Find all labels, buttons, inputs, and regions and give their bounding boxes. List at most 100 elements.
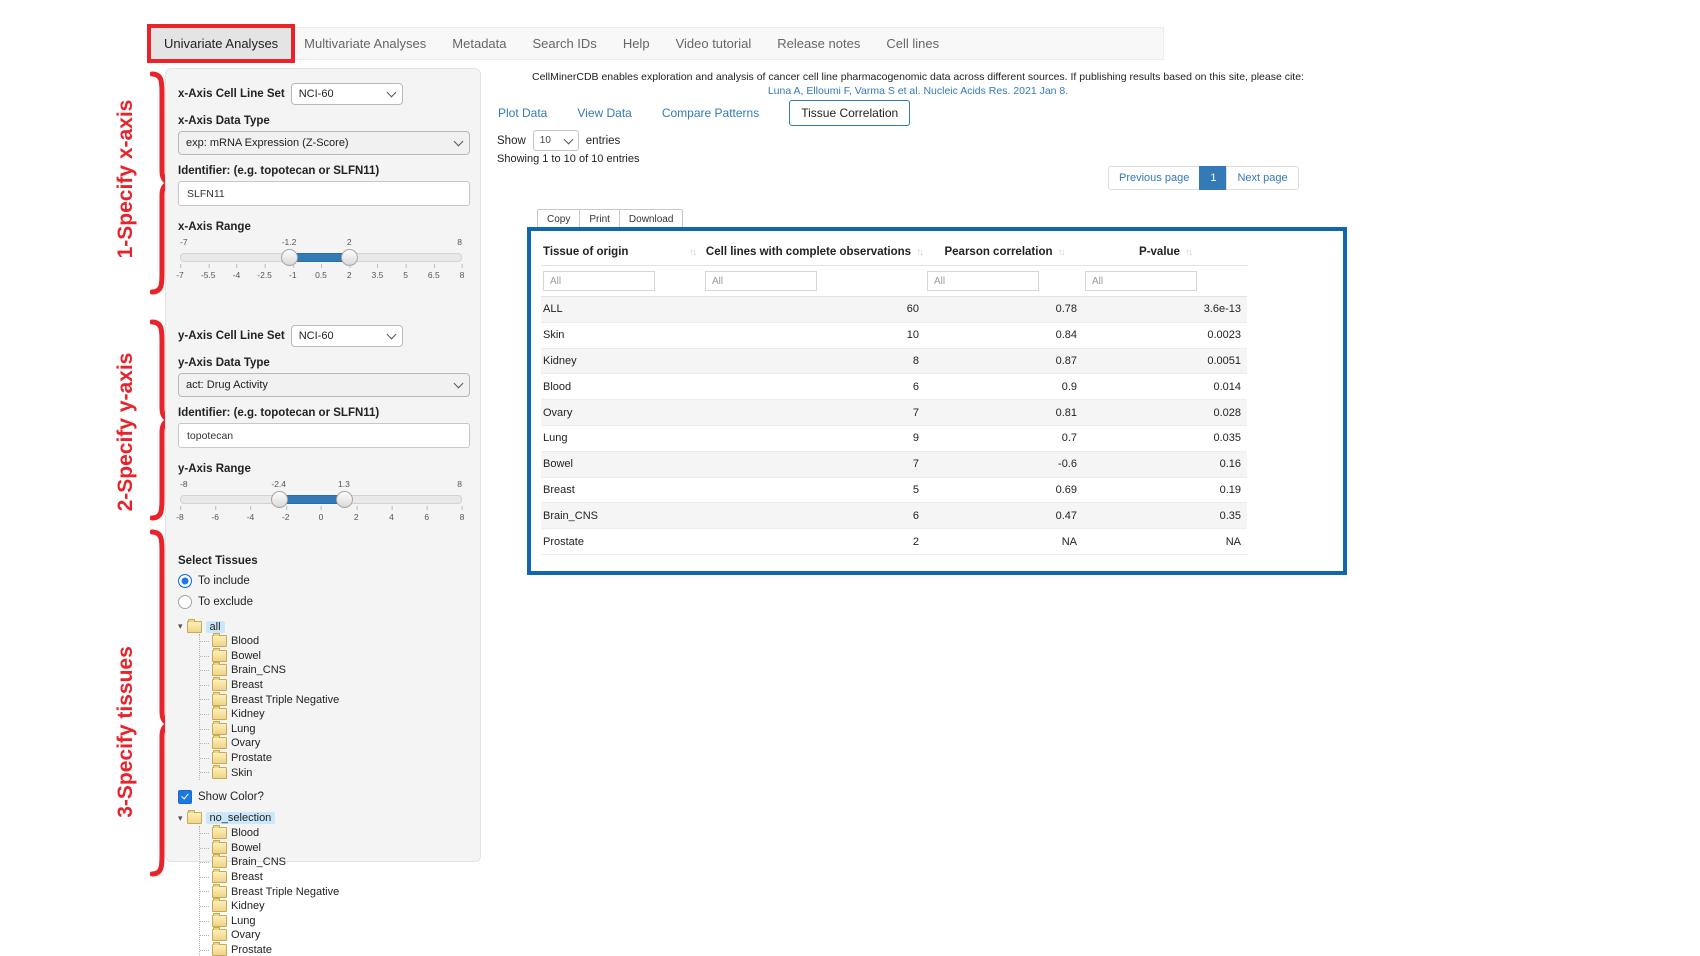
tree-item-brain-cns[interactable]: Brain_CNS (200, 855, 468, 870)
to-include-radio[interactable] (178, 574, 192, 588)
nav-item-release-notes[interactable]: Release notes (764, 28, 873, 59)
tree-item-prostate[interactable]: Prostate (200, 751, 468, 766)
y-slider-track[interactable] (180, 495, 462, 504)
slider-tick-label: 3.5 (371, 270, 383, 280)
tree-item-brain-cns[interactable]: Brain_CNS (200, 663, 468, 678)
tree-item-blood[interactable]: Blood (200, 826, 468, 841)
nav-item-cell-lines[interactable]: Cell lines (873, 28, 952, 59)
table-row[interactable]: Brain_CNS60.470.35 (541, 503, 1247, 529)
sort-icon[interactable]: ↑↓ (1185, 247, 1191, 258)
table-row[interactable]: Ovary70.810.028 (541, 400, 1247, 426)
table-body: ALL600.783.6e-13Skin100.840.0023Kidney80… (541, 297, 1247, 555)
tab-view-data[interactable]: View Data (577, 106, 631, 120)
nav-item-multivariate-analyses[interactable]: Multivariate Analyses (291, 28, 439, 59)
table-row[interactable]: Kidney80.870.0051 (541, 349, 1247, 375)
y-axis-cell-line-set-select[interactable]: NCI-60 (291, 325, 403, 347)
nav-item-search-ids[interactable]: Search IDs (520, 28, 610, 59)
cell: Lung (541, 432, 703, 444)
to-include-option[interactable]: To include (178, 574, 468, 588)
slider-tick-label: 5 (403, 270, 408, 280)
previous-page-button[interactable]: Previous page (1108, 166, 1200, 190)
sort-icon[interactable]: ↑↓ (916, 247, 922, 258)
tree-expand-icon[interactable]: ▾ (178, 622, 183, 631)
x-axis-data-type-select[interactable]: exp: mRNA Expression (Z-Score) (178, 131, 470, 155)
table-row[interactable]: Prostate2NANA (541, 529, 1247, 555)
tree-item-label: Blood (231, 827, 259, 839)
y-axis-data-type-value: act: Drug Activity (186, 379, 268, 391)
x-axis-identifier-input[interactable] (178, 181, 470, 206)
tree-item-bowel[interactable]: Bowel (200, 841, 468, 856)
y-slider-min-label: -8 (180, 479, 188, 489)
table-row[interactable]: Breast50.690.19 (541, 478, 1247, 504)
table-row[interactable]: ALL600.783.6e-13 (541, 297, 1247, 323)
column-header-p-value[interactable]: P-value↑↓ (1083, 246, 1247, 258)
next-page-button[interactable]: Next page (1226, 166, 1298, 190)
sort-icon[interactable]: ↑↓ (1058, 247, 1064, 258)
entries-count-select[interactable]: 10 (533, 130, 579, 151)
tissue-include-tree: ▾ all BloodBowelBrain_CNSBreastBreast Tr… (178, 619, 468, 780)
y-axis-identifier-input[interactable] (178, 423, 470, 448)
table-row[interactable]: Skin100.840.0023 (541, 323, 1247, 349)
to-exclude-option[interactable]: To exclude (178, 595, 468, 609)
citation-reference-link[interactable]: Luna A, Elloumi F, Varma S et al. Nuclei… (488, 85, 1348, 97)
tree-root-label[interactable]: no_selection (206, 812, 276, 824)
show-color-option[interactable]: Show Color? (178, 790, 468, 804)
tree-item-kidney[interactable]: Kidney (200, 899, 468, 914)
column-filter-input-p-value[interactable] (1085, 271, 1197, 291)
column-filter-input-tissue-of-origin[interactable] (543, 271, 655, 291)
tree-item-kidney[interactable]: Kidney (200, 707, 468, 722)
tree-item-breast-triple-negative[interactable]: Breast Triple Negative (200, 692, 468, 707)
tree-expand-icon[interactable]: ▾ (178, 814, 183, 823)
sort-icon[interactable]: ↑↓ (689, 247, 695, 258)
nav-item-help[interactable]: Help (610, 28, 663, 59)
tab-plot-data[interactable]: Plot Data (498, 106, 547, 120)
tree-item-breast[interactable]: Breast (200, 870, 468, 885)
column-header-cell-lines-with-complete-observations[interactable]: Cell lines with complete observations↑↓ (703, 246, 925, 258)
tree-item-lung[interactable]: Lung (200, 722, 468, 737)
column-filter-input-pearson-correlation[interactable] (927, 271, 1039, 291)
filter-cell (703, 271, 925, 291)
slider-tick-label: -2.5 (257, 270, 272, 280)
to-exclude-radio[interactable] (178, 595, 192, 609)
tree-item-label: Ovary (231, 737, 260, 749)
tree-item-ovary[interactable]: Ovary (200, 928, 468, 943)
nav-item-video-tutorial[interactable]: Video tutorial (663, 28, 765, 59)
table-row[interactable]: Bowel7-0.60.16 (541, 452, 1247, 478)
tree-item-ovary[interactable]: Ovary (200, 736, 468, 751)
folder-icon (212, 767, 227, 779)
page-1-button[interactable]: 1 (1199, 166, 1227, 190)
tree-item-breast-triple-negative[interactable]: Breast Triple Negative (200, 884, 468, 899)
slider-tick-label: 2 (347, 270, 352, 280)
x-slider-track[interactable] (180, 253, 462, 262)
y-axis-data-type-select[interactable]: act: Drug Activity (178, 373, 470, 397)
cell: 0.87 (925, 355, 1083, 367)
column-header-tissue-of-origin[interactable]: Tissue of origin ↑↓ (541, 246, 703, 258)
tree-root-label[interactable]: all (206, 621, 225, 633)
nav-item-univariate-analyses[interactable]: Univariate Analyses (151, 28, 291, 59)
show-color-checkbox[interactable] (178, 790, 192, 804)
column-header-pearson-correlation[interactable]: Pearson correlation↑↓ (925, 246, 1083, 258)
table-row[interactable]: Blood60.90.014 (541, 374, 1247, 400)
cell: -0.6 (925, 458, 1083, 470)
table-row[interactable]: Lung90.70.035 (541, 426, 1247, 452)
cell: Bowel (541, 458, 703, 470)
tab-compare-patterns[interactable]: Compare Patterns (662, 106, 759, 120)
tree-item-skin[interactable]: Skin (200, 765, 468, 780)
show-color-label: Show Color? (198, 791, 264, 803)
folder-icon (212, 664, 227, 676)
nav-item-metadata[interactable]: Metadata (439, 28, 519, 59)
tab-tissue-correlation[interactable]: Tissue Correlation (789, 100, 910, 126)
tree-root-no-selection[interactable]: ▾ no_selection (178, 811, 468, 826)
tree-item-prostate[interactable]: Prostate (200, 943, 468, 956)
tree-item-breast[interactable]: Breast (200, 678, 468, 693)
tree-item-lung[interactable]: Lung (200, 914, 468, 929)
tree-root-all[interactable]: ▾ all (178, 619, 468, 634)
folder-icon (212, 929, 227, 941)
tree-item-blood[interactable]: Blood (200, 634, 468, 649)
x-slider-min-label: -7 (180, 237, 188, 247)
y-slider-low-value: -2.4 (271, 479, 286, 489)
column-filter-input-cell-lines-with-complete-observations[interactable] (705, 271, 817, 291)
tree-item-bowel[interactable]: Bowel (200, 649, 468, 664)
x-axis-cell-line-set-select[interactable]: NCI-60 (291, 83, 403, 105)
column-header-label: Tissue of origin (543, 246, 628, 258)
